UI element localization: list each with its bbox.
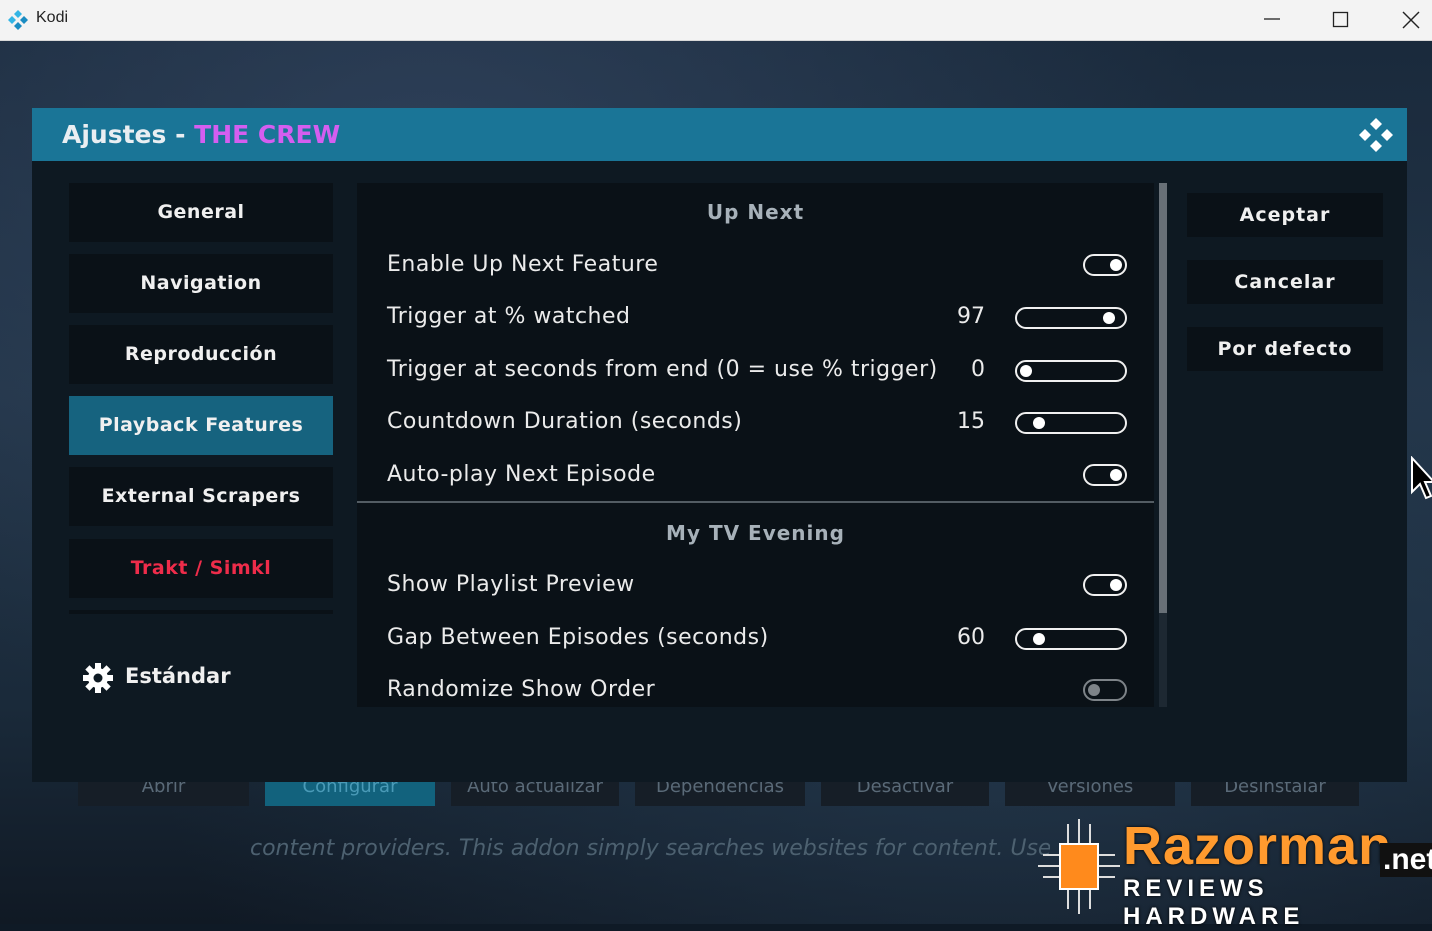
watermark-tld: .net: [1380, 843, 1432, 877]
setting-trigger-percent[interactable]: Trigger at % watched: [387, 304, 631, 329]
category-trakt-simkl[interactable]: Trakt / Simkl: [69, 539, 333, 598]
category-playback[interactable]: Reproducción: [69, 325, 333, 384]
slider-knob[interactable]: [1032, 633, 1045, 645]
gear-icon: [83, 663, 113, 693]
group-title-up-next: Up Next: [706, 200, 805, 224]
setting-trigger-seconds[interactable]: Trigger at seconds from end (0 = use % t…: [387, 357, 938, 382]
slider-countdown-duration[interactable]: [1015, 412, 1127, 434]
toggle-knob: [1088, 684, 1100, 696]
slider-knob[interactable]: [1020, 365, 1032, 377]
dialog-title: Ajustes - THE CREW: [62, 120, 340, 149]
toggle-knob: [1110, 579, 1122, 591]
setting-gap-between-episodes[interactable]: Gap Between Episodes (seconds): [387, 625, 769, 650]
settings-level-label: Estándar: [125, 664, 231, 688]
window-title: Kodi: [36, 9, 69, 26]
toggle-autoplay-next[interactable]: [1083, 464, 1127, 486]
setting-randomize-show-order[interactable]: Randomize Show Order: [387, 677, 655, 702]
kodi-logo-icon: [8, 10, 28, 30]
minimize-button[interactable]: [1237, 0, 1307, 40]
dialog-title-prefix: Ajustes -: [62, 120, 195, 149]
slider-trigger-seconds[interactable]: [1015, 360, 1127, 382]
category-general[interactable]: General: [69, 183, 333, 242]
toggle-show-playlist-preview[interactable]: [1083, 574, 1127, 596]
category-playback-features[interactable]: Playback Features: [69, 396, 333, 455]
window-titlebar: Kodi: [0, 0, 1432, 41]
slider-knob[interactable]: [1032, 417, 1045, 429]
slider-knob[interactable]: [1103, 312, 1116, 324]
maximize-icon: [1332, 11, 1349, 28]
setting-autoplay-next[interactable]: Auto-play Next Episode: [387, 462, 656, 487]
ok-button[interactable]: Aceptar: [1187, 193, 1383, 237]
toggle-knob: [1110, 259, 1122, 271]
kodi-close-icon[interactable]: [1357, 116, 1395, 154]
group-separator: [357, 501, 1154, 503]
setting-trigger-seconds-value: 0: [971, 357, 985, 382]
addon-name: THE CREW: [194, 120, 341, 149]
maximize-button[interactable]: [1306, 0, 1376, 40]
settings-list: Up Next Enable Up Next Feature Trigger a…: [357, 183, 1154, 707]
setting-trigger-percent-value: 97: [957, 304, 985, 329]
setting-enable-up-next[interactable]: Enable Up Next Feature: [387, 252, 658, 277]
close-window-button[interactable]: [1376, 0, 1432, 40]
minimize-icon: [1264, 18, 1280, 20]
category-external-scrapers[interactable]: External Scrapers: [69, 467, 333, 526]
toggle-randomize-show-order[interactable]: [1083, 679, 1127, 701]
watermark-name: Razorman: [1123, 816, 1393, 876]
category-navigation[interactable]: Navigation: [69, 254, 333, 313]
setting-countdown-duration[interactable]: Countdown Duration (seconds): [387, 409, 742, 434]
setting-countdown-duration-value: 15: [957, 409, 985, 434]
reset-defaults-button[interactable]: Por defecto: [1187, 327, 1383, 371]
setting-gap-between-episodes-value: 60: [957, 625, 985, 650]
addon-settings-dialog: Ajustes - THE CREW General Navigation Re…: [32, 108, 1407, 782]
addon-description: content providers. This addon simply sea…: [250, 836, 1050, 861]
group-title-my-tv-evening: My TV Evening: [666, 521, 845, 545]
razorman-watermark: Razorman .net REVIEWS HARDWARE: [1030, 815, 1432, 930]
dialog-header: Ajustes - THE CREW: [32, 108, 1407, 161]
toggle-knob: [1110, 469, 1122, 481]
watermark-tagline: REVIEWS HARDWARE: [1123, 875, 1305, 930]
close-icon: [1402, 11, 1420, 29]
settings-scrollbar-thumb[interactable]: [1159, 183, 1167, 613]
slider-gap-between-episodes[interactable]: [1015, 628, 1127, 650]
setting-show-playlist-preview[interactable]: Show Playlist Preview: [387, 572, 635, 597]
chip-logo-icon: [1038, 819, 1120, 914]
cancel-button[interactable]: Cancelar: [1187, 260, 1383, 304]
category-list-overflow-hint: [69, 610, 333, 614]
slider-trigger-percent[interactable]: [1015, 307, 1127, 329]
toggle-enable-up-next[interactable]: [1083, 254, 1127, 276]
mouse-pointer-icon: [1411, 456, 1432, 500]
